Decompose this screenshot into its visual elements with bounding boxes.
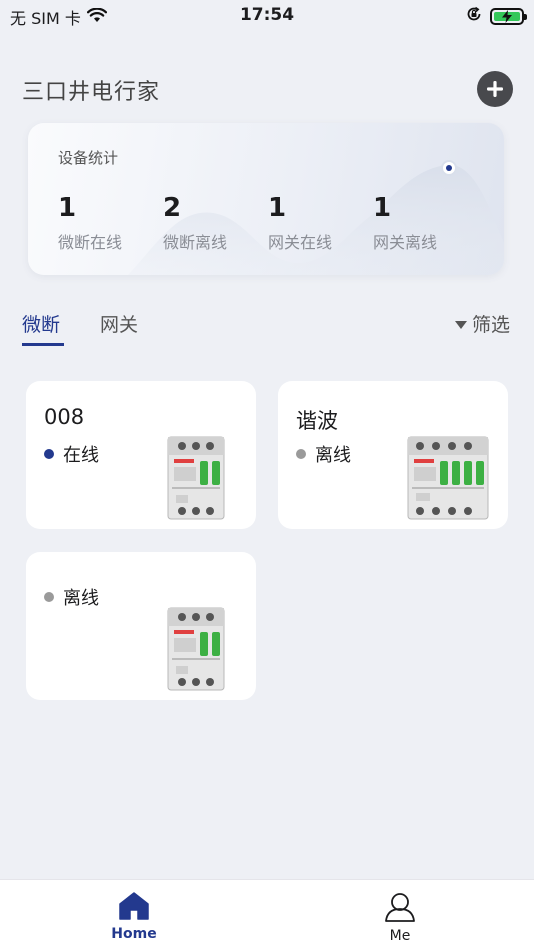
stats-title: 设备统计	[58, 149, 119, 167]
device-name: 008	[44, 405, 85, 429]
home-icon	[119, 892, 149, 920]
page-title: 三口井电行家	[22, 80, 161, 105]
status-bar: 无 SIM 卡 17:54	[0, 0, 534, 34]
device-card[interactable]: 谐波 离线	[278, 381, 508, 529]
person-icon	[385, 893, 415, 922]
breaker-2p-icon	[167, 436, 225, 520]
tab-breaker[interactable]: 微断	[22, 310, 60, 337]
orientation-lock-icon	[466, 6, 482, 26]
filter-label: 筛选	[472, 314, 511, 336]
status-time: 17:54	[239, 5, 295, 25]
battery-charging-icon	[490, 7, 527, 25]
status-dot-online	[44, 449, 54, 459]
status-dot-offline	[296, 449, 306, 459]
device-status: 离线	[44, 584, 99, 610]
active-tab-indicator	[22, 343, 64, 346]
stat-label: 微断离线	[163, 233, 228, 252]
plus-icon	[487, 81, 503, 97]
nav-me-label: Me	[389, 928, 411, 944]
stat-gateway-online: 1 网关在线	[268, 193, 332, 253]
breaker-2p-icon	[167, 607, 225, 691]
device-stats-card: 设备统计 1 微断在线 2 微断离线 1 网关在线 1 网关离线	[28, 123, 504, 275]
tab-gateway[interactable]: 网关	[100, 310, 138, 337]
stat-value: 2	[163, 193, 182, 223]
breaker-4p-icon	[407, 436, 489, 520]
nav-me[interactable]: Me	[360, 892, 440, 944]
stat-gateway-offline: 1 网关离线	[373, 193, 437, 253]
stat-value: 1	[373, 193, 392, 223]
device-card[interactable]: 008 在线	[26, 381, 256, 529]
device-status: 在线	[44, 441, 99, 467]
device-status-label: 离线	[315, 445, 351, 466]
caret-down-icon	[455, 320, 467, 329]
stat-value: 1	[58, 193, 77, 223]
device-status-label: 离线	[63, 588, 99, 609]
device-card[interactable]: 离线	[26, 552, 256, 700]
status-right	[466, 6, 527, 26]
bottom-nav: Home Me	[0, 879, 534, 950]
nav-home-label: Home	[111, 926, 157, 942]
stat-label: 微断在线	[58, 233, 123, 252]
nav-home[interactable]: Home	[94, 892, 174, 942]
stat-label: 网关离线	[373, 233, 438, 252]
device-name: 谐波	[296, 409, 338, 433]
device-status-label: 在线	[63, 445, 99, 466]
device-status: 离线	[296, 441, 351, 467]
stat-label: 网关在线	[268, 233, 333, 252]
status-dot-offline	[44, 592, 54, 602]
filter-button[interactable]: 筛选	[455, 310, 510, 337]
add-device-button[interactable]	[477, 71, 513, 107]
stat-value: 1	[268, 193, 287, 223]
stat-breaker-offline: 2 微断离线	[163, 193, 227, 253]
stat-breaker-online: 1 微断在线	[58, 193, 122, 253]
